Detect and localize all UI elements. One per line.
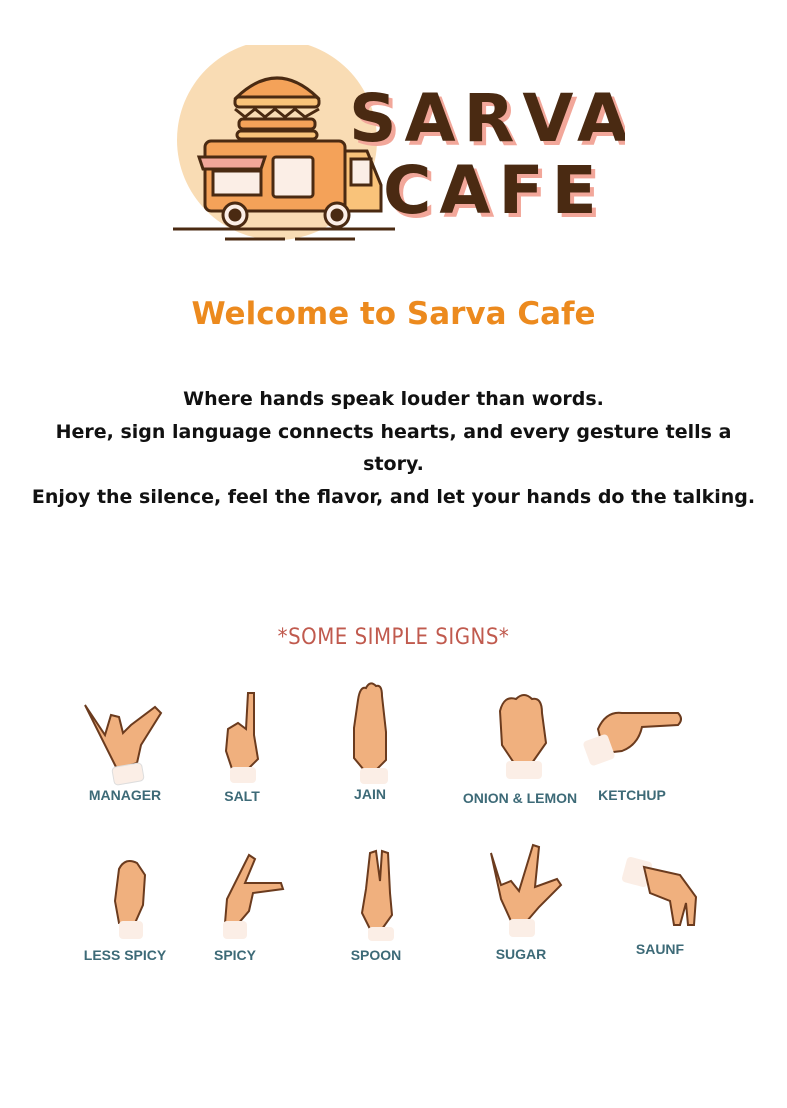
fist-hand-icon — [498, 694, 548, 779]
logo-graphic: SARVA SARVA CAFE CAFE — [173, 45, 625, 241]
pointing-sideways-hand-icon — [583, 711, 682, 766]
shaka-hand-icon — [84, 704, 163, 786]
logo-text-cafe: CAFE — [383, 152, 605, 229]
intro-line: Here, sign language connects hearts, and… — [55, 420, 732, 476]
intro-text: Where hands speak louder than words. Her… — [22, 383, 765, 513]
sarva-cafe-logo: SARVA SARVA CAFE CAFE — [165, 45, 625, 250]
sign-label: KETCHUP — [598, 787, 666, 803]
sign-label: SPICY — [213, 947, 256, 963]
sign-label: SPOON — [350, 947, 402, 963]
signs-title: *SOME SIMPLE SIGNS* — [277, 625, 510, 650]
burger-icon — [233, 76, 321, 141]
two-fingers-up-hand-icon — [360, 849, 394, 941]
pinch-down-hand-icon — [621, 856, 698, 926]
intro-line: Enjoy the silence, feel the flavor, and … — [31, 485, 756, 508]
sign-label: SALT — [224, 788, 260, 804]
three-fingers-up-hand-icon — [353, 682, 388, 784]
sign-label: JAIN — [354, 786, 386, 802]
logo-text-sarva: SARVA — [349, 80, 625, 157]
intro-line: Where hands speak louder than words. — [183, 388, 604, 410]
welcome-title: Welcome to Sarva Cafe — [191, 296, 596, 332]
fist-thumb-side-hand-icon — [113, 860, 147, 939]
rock-sign-hand-icon — [490, 843, 563, 937]
index-finger-up-hand-icon — [224, 692, 260, 783]
sign-label: SAUNF — [635, 941, 685, 957]
pointing-forward-hand-icon — [223, 853, 285, 939]
sign-label: SUGAR — [495, 946, 547, 962]
